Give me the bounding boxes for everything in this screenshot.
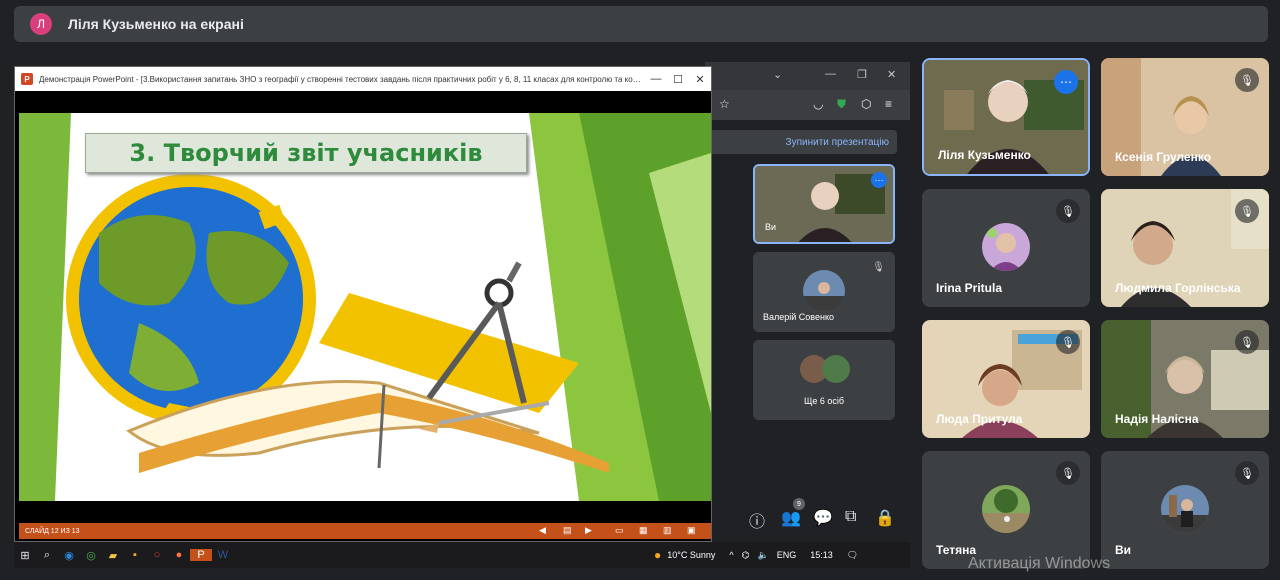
powerpoint-window-title: Демонстрація PowerPoint - [3.Використанн… (39, 74, 645, 84)
mic-off-icon: 🎙 (1056, 461, 1080, 485)
pocket-icon[interactable]: ◡ (813, 97, 823, 111)
presenter-avatar: Л (30, 13, 52, 35)
host-controls-icon[interactable]: 🔒 (875, 508, 895, 528)
sticky-notes-icon[interactable]: ▪ (124, 549, 146, 561)
opera-icon[interactable]: ○ (146, 549, 168, 561)
powerpoint-titlebar: P Демонстрація PowerPoint - [3.Використа… (15, 67, 711, 91)
mic-off-icon: 🎙 (872, 262, 885, 273)
network-icon[interactable]: ⌬ (742, 550, 750, 561)
minimize-icon[interactable]: — (825, 68, 836, 80)
restore-icon[interactable]: ❐ (857, 68, 867, 81)
mic-off-icon: 🎙 (1056, 199, 1080, 223)
participant-tile[interactable]: 🎙 Людмила Горлінська (1101, 189, 1269, 307)
participant-avatar (1161, 485, 1209, 533)
people-icon[interactable]: 👥 (781, 508, 801, 528)
more-options-icon[interactable]: ⋯ (871, 172, 887, 188)
sorter-view-icon[interactable]: ▦ (639, 525, 648, 536)
chat-icon[interactable]: 💬 (813, 508, 833, 528)
participant-name: Людмила Горлінська (1115, 281, 1241, 295)
participant-tile[interactable]: 🎙 Ви (1101, 451, 1269, 569)
weather-icon: ● (654, 548, 662, 562)
next-slide-icon[interactable]: ▶ (585, 525, 592, 536)
more-people-label: Ще 6 осіб (803, 396, 845, 406)
word-icon[interactable]: W (212, 549, 234, 561)
banner-title: Ліля Кузьменко на екрані (68, 16, 244, 32)
mic-off-icon: 🎙 (1235, 461, 1259, 485)
participants-count-badge: 9 (793, 498, 805, 510)
powerpoint-taskbar-icon[interactable]: P (190, 549, 212, 561)
star-icon[interactable]: ☆ (719, 97, 730, 111)
more-options-icon[interactable]: ⋯ (1054, 70, 1078, 94)
clock[interactable]: 15:13 (810, 550, 833, 560)
weather-text[interactable]: 10°C Sunny (667, 550, 715, 560)
windows-taskbar: ⊞ ⌕ ◉ ◎ ▰ ▪ ○ ● P W ● 10°C Sunny ^ ⌬ 🔈 E… (14, 542, 910, 568)
firefox-icon[interactable]: ● (168, 549, 190, 561)
slide-counter: СЛАЙД 12 ИЗ 13 (25, 527, 80, 535)
minimize-icon[interactable]: — (645, 73, 667, 85)
close-icon[interactable]: ✕ (887, 68, 896, 81)
slideshow-statusbar: СЛАЙД 12 ИЗ 13 ◀ ▤ ▶ ▭ ▦ ▥ ▣ (19, 523, 711, 539)
stop-presentation-button[interactable]: Зупинити презентацію (705, 130, 897, 154)
participant-name: Валерій Совенко (763, 312, 835, 322)
participant-name: Irina Pritula (936, 281, 1003, 295)
participant-tile[interactable]: 🎙 Валерій Совенко (753, 252, 895, 332)
avatar-stack (800, 355, 850, 383)
language-indicator[interactable]: ENG (777, 550, 797, 560)
info-icon[interactable]: ⓘ (749, 508, 765, 532)
slide-canvas: 3. Творчий звіт учасників (19, 113, 711, 501)
browser-tabstrip: ⌄ — ❐ ✕ (705, 62, 910, 90)
participant-name: Люда Притула (936, 412, 1023, 426)
participant-name: Ксенія Груленко (1115, 150, 1212, 164)
folder-icon[interactable]: ▰ (102, 549, 124, 562)
edge-icon[interactable]: ◉ (58, 549, 80, 562)
search-icon[interactable]: ⌕ (36, 549, 58, 562)
previous-slide-icon[interactable]: ◀ (539, 525, 546, 536)
presentation-banner: Л Ліля Кузьменко на екрані (14, 6, 1268, 42)
shield-icon[interactable]: ⛊ (837, 97, 846, 112)
participant-tile[interactable]: ⋯ Ліля Кузьменко (922, 58, 1090, 176)
reading-view-icon[interactable]: ▥ (663, 525, 672, 536)
browser-window: ⌄ — ❐ ✕ ☆ ◡ ⛊ ⬡ ≡ Зупинити презентацію В… (705, 62, 910, 542)
mic-off-icon: 🎙 (1235, 330, 1259, 354)
participant-tile[interactable]: 🎙 Люда Притула (922, 320, 1090, 438)
notifications-icon[interactable]: 🗨 (847, 550, 858, 561)
normal-view-icon[interactable]: ▭ (615, 525, 624, 536)
mic-off-icon: 🎙 (1235, 199, 1259, 223)
participant-tile[interactable]: 🎙 Тетяна (922, 451, 1090, 569)
slide-title: 3. Творчий звіт учасників (85, 133, 527, 173)
participant-tile[interactable]: 🎙 Irina Pritula (922, 189, 1090, 307)
chevron-down-icon[interactable]: ⌄ (773, 68, 782, 81)
participant-avatar (803, 270, 845, 312)
close-icon[interactable]: ✕ (689, 73, 711, 86)
powerpoint-window: P Демонстрація PowerPoint - [3.Використа… (14, 66, 712, 542)
volume-icon[interactable]: 🔈 (757, 550, 768, 561)
participant-name: Надія Налісна (1115, 412, 1199, 426)
participant-tile[interactable]: 🎙 Надія Налісна (1101, 320, 1269, 438)
mic-off-icon: 🎙 (1235, 68, 1259, 92)
slideshow-view-icon[interactable]: ▣ (687, 525, 696, 536)
self-preview-tile[interactable]: Ви ⋯ (753, 164, 895, 244)
browser-toolbar (705, 90, 910, 120)
participant-name: Ліля Кузьменко (938, 148, 1031, 162)
powerpoint-icon: P (21, 73, 33, 85)
extensions-icon[interactable]: ⬡ (861, 97, 871, 111)
mic-off-icon: 🎙 (1056, 330, 1080, 354)
windows-start-icon[interactable]: ⊞ (14, 549, 36, 562)
tray-chevron-icon[interactable]: ^ (729, 550, 733, 560)
activities-icon[interactable]: ⧉ (845, 508, 856, 526)
more-participants-tile[interactable]: Ще 6 осіб (753, 340, 895, 420)
stop-presentation-label: Зупинити презентацію (785, 136, 889, 148)
participant-tile[interactable]: 🎙 Ксенія Груленко (1101, 58, 1269, 176)
menu-icon[interactable]: ≡ (885, 97, 892, 111)
windows-activation-watermark: Активація Windows (968, 555, 1111, 572)
participant-avatar (982, 223, 1030, 271)
slides-grid-icon[interactable]: ▤ (563, 525, 572, 536)
self-name: Ви (765, 222, 777, 232)
maximize-icon[interactable]: ☐ (667, 73, 689, 86)
participant-name: Ви (1115, 543, 1132, 557)
chrome-icon[interactable]: ◎ (80, 549, 102, 562)
participant-avatar (982, 485, 1030, 533)
